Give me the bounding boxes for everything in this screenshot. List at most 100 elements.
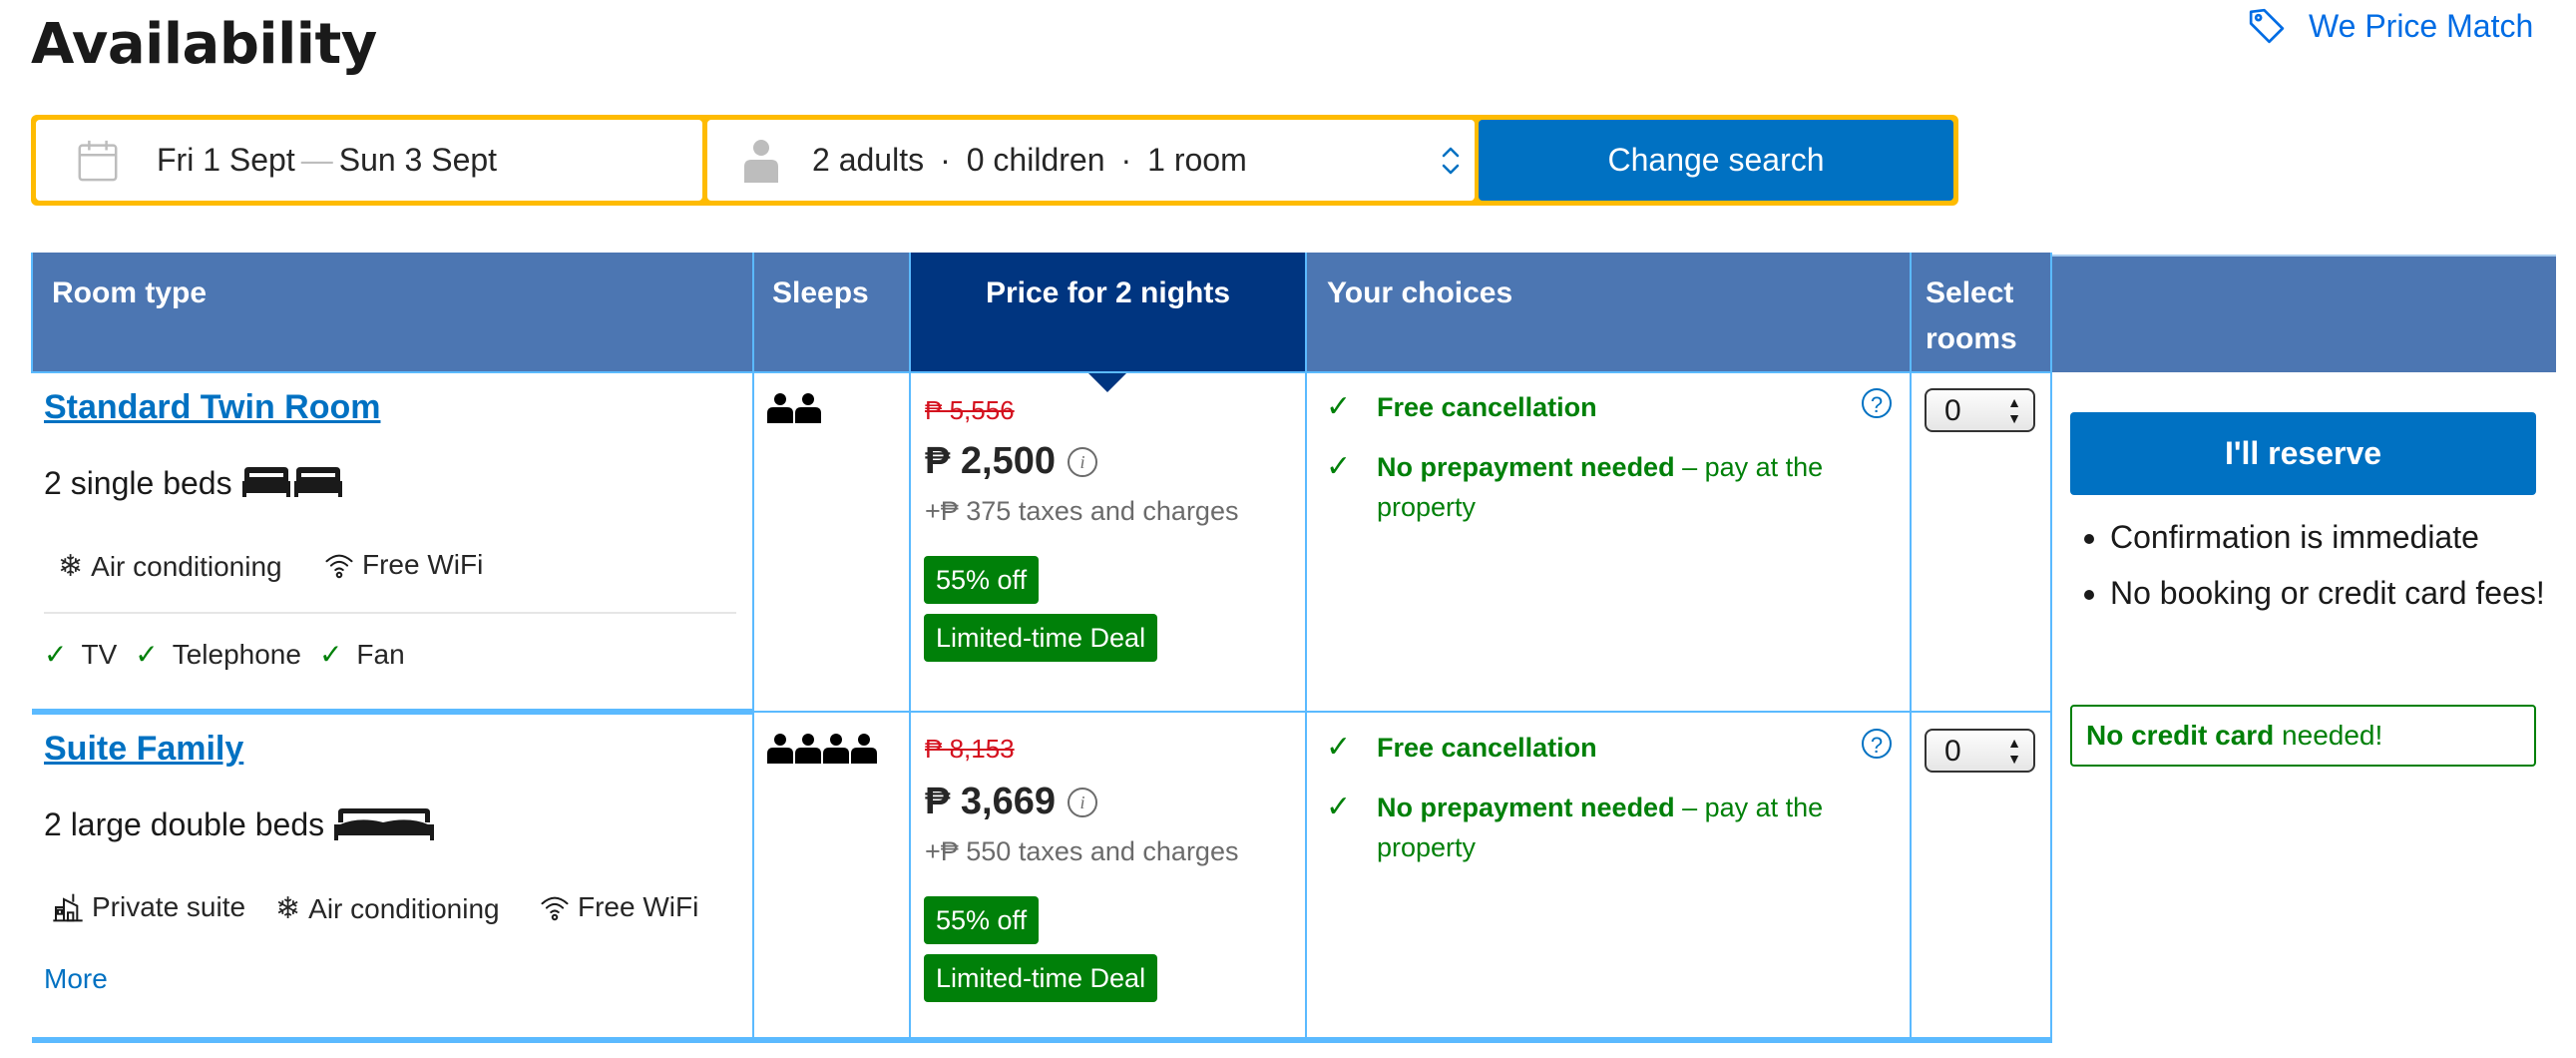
more-link[interactable]: More <box>44 963 108 995</box>
check-icon: ✓ <box>1326 791 1352 823</box>
amenity: Free WiFi <box>540 891 698 923</box>
header-select-label: Select rooms <box>1926 270 2017 362</box>
question-icon[interactable]: ? <box>1862 388 1892 418</box>
amenity-label: Air conditioning <box>308 892 500 924</box>
reserve-benefits: Confirmation is immediate No booking or … <box>2070 514 2569 616</box>
sleeps-4-persons-icon <box>767 734 883 766</box>
person-icon <box>823 734 849 764</box>
select-arrows-icon: ▲ ▼ <box>2007 394 2021 426</box>
choice-label: No prepayment needed <box>1377 793 1675 822</box>
grid-line <box>752 711 2051 713</box>
house-icon <box>52 891 84 923</box>
person-icon <box>767 734 793 764</box>
separator-dot: · <box>1120 142 1132 178</box>
amenity: Free WiFi <box>324 549 483 581</box>
snowflake-icon: ❄ <box>275 892 301 925</box>
header-your-choices: Your choices <box>1306 253 1910 372</box>
benefit-item: Confirmation is immediate <box>2110 514 2569 560</box>
date-separator: — <box>300 142 333 178</box>
date-picker[interactable]: Fri 1 Sept — Sun 3 Sept <box>36 120 702 201</box>
children-count: 0 children <box>966 142 1105 178</box>
separator-dot: · <box>940 142 951 178</box>
check-icon: ✓ <box>44 639 68 670</box>
check-icon: ✓ <box>1326 450 1352 483</box>
deal-badge: Limited-time Deal <box>924 954 1158 1002</box>
check-icon: ✓ <box>1326 731 1352 764</box>
calendar-icon <box>75 138 121 184</box>
select-value: 0 <box>1944 735 1961 768</box>
header-select-line1: Select <box>1926 276 2014 309</box>
original-price: ₱ 8,153 <box>925 734 1015 764</box>
amenity-label: Free WiFi <box>578 891 699 922</box>
bed-info: 2 single beds <box>44 465 342 502</box>
header-sleeps: Sleeps <box>753 253 910 372</box>
room-quantity-select[interactable]: 0 ▲ ▼ <box>1925 729 2035 773</box>
amenity-label: Private suite <box>92 891 246 922</box>
choice-label: No prepayment needed <box>1377 452 1675 482</box>
bed-description: 2 single beds <box>44 465 232 501</box>
adults-count: 2 adults <box>812 142 925 178</box>
amenity: Private suite <box>52 891 245 923</box>
header-sleeps-label: Sleeps <box>772 276 869 309</box>
question-icon[interactable]: ? <box>1862 729 1892 759</box>
extras-list: ✓ TV ✓ Telephone ✓ Fan <box>44 638 405 671</box>
current-price: ₱ 3,669 i <box>925 781 1097 823</box>
original-price: ₱ 5,556 <box>925 395 1015 425</box>
wifi-icon <box>540 892 570 922</box>
amenity: ❄ Air conditioning <box>275 891 500 926</box>
person-icon <box>851 734 877 764</box>
person-icon <box>795 734 821 764</box>
deal-badge: Limited-time Deal <box>924 614 1158 662</box>
guests-selector[interactable]: 2 adults · 0 children · 1 room <box>707 120 1475 201</box>
price-value: ₱ 3,669 <box>925 781 1056 822</box>
divider <box>44 612 736 614</box>
header-reserve <box>2051 255 2556 372</box>
price-match-label: We Price Match <box>2309 7 2534 44</box>
header-select-rooms: Select rooms <box>1910 253 2051 372</box>
room-name-link[interactable]: Standard Twin Room <box>44 388 380 427</box>
room-name-link[interactable]: Suite Family <box>44 730 243 769</box>
amenity-label: Free WiFi <box>362 549 484 580</box>
wifi-icon <box>324 550 354 580</box>
check-out-date: Sun 3 Sept <box>338 142 498 178</box>
room-quantity-select[interactable]: 0 ▲ ▼ <box>1925 388 2035 432</box>
current-price: ₱ 2,500 i <box>925 440 1097 483</box>
check-icon: ✓ <box>135 639 159 670</box>
amenity: ❄ Air conditioning <box>58 549 282 584</box>
select-arrows-icon: ▲ ▼ <box>2007 735 2021 767</box>
person-icon <box>795 393 821 423</box>
header-choices-label: Your choices <box>1327 276 1513 309</box>
active-column-pointer <box>1087 372 1127 392</box>
header-room-type: Room type <box>31 253 753 372</box>
header-room-type-label: Room type <box>52 276 208 309</box>
benefit-item: No booking or credit card fees! <box>2110 570 2569 616</box>
header-price: Price for 2 nights <box>910 253 1306 372</box>
price-value: ₱ 2,500 <box>925 440 1056 482</box>
row-divider <box>32 709 752 715</box>
page-title: Availability <box>31 12 377 77</box>
extra-label: Telephone <box>172 638 301 670</box>
header-price-label: Price for 2 nights <box>985 276 1231 309</box>
info-icon[interactable]: i <box>1068 787 1097 817</box>
change-search-button[interactable]: Change search <box>1479 120 1953 201</box>
reserve-button[interactable]: I'll reserve <box>2070 412 2536 495</box>
bed-description: 2 large double beds <box>44 806 325 842</box>
notice-text: needed! <box>2274 720 2383 751</box>
info-icon[interactable]: i <box>1068 446 1097 477</box>
rooms-count: 1 room <box>1147 142 1247 178</box>
grid-line <box>31 253 33 372</box>
discount-badge: 55% off <box>924 556 1040 604</box>
choice-label: Free cancellation <box>1377 733 1597 763</box>
person-icon <box>742 139 780 183</box>
chevron-up-down-icon <box>1441 145 1461 177</box>
single-bed-icon <box>241 466 342 501</box>
price-match-link[interactable]: We Price Match <box>2247 4 2533 48</box>
sleeps-2-persons-icon <box>767 393 827 425</box>
check-in-date: Fri 1 Sept <box>157 142 295 178</box>
grid-line <box>31 371 2051 373</box>
discount-badge: 55% off <box>924 896 1040 944</box>
extra-label: Fan <box>356 638 405 670</box>
person-icon <box>767 393 793 423</box>
check-icon: ✓ <box>1326 390 1352 423</box>
amenity-label: Air conditioning <box>91 550 282 582</box>
